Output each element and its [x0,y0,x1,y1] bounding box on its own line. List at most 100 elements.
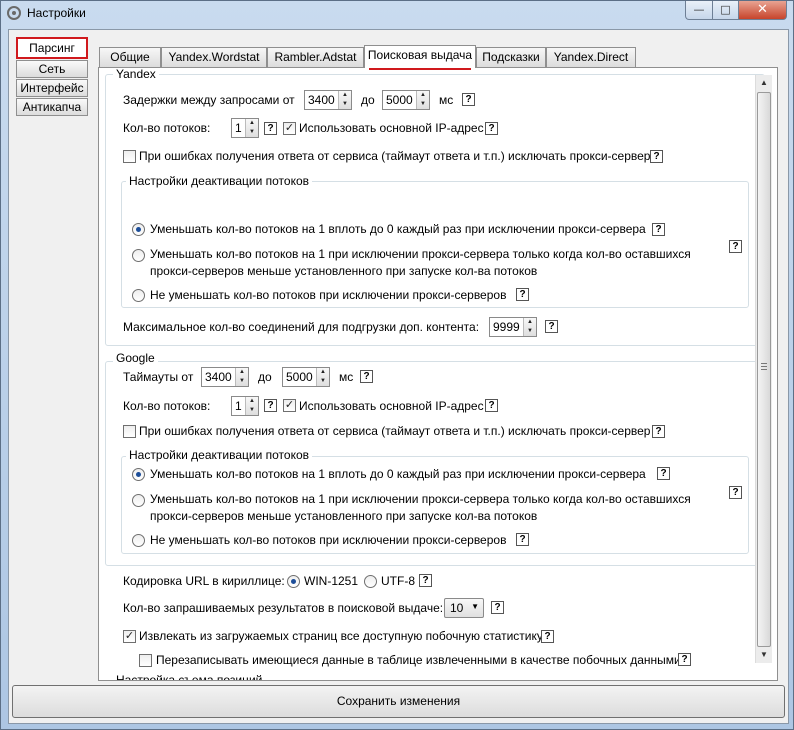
help-icon[interactable]: ? [485,399,498,412]
encoding-utf8-radio[interactable] [364,575,377,588]
spin-down-icon[interactable]: ▼ [417,100,429,109]
scrollbar-thumb[interactable] [757,92,771,647]
yandex-threads-stepper[interactable]: 1 ▲ ▼ [231,118,259,138]
scroll-down-icon[interactable]: ▼ [756,648,772,662]
help-icon[interactable]: ? [264,122,277,135]
google-group-title: Google [113,351,158,365]
help-icon[interactable]: ? [360,370,373,383]
title-bar[interactable]: Настройки — □ ✕ [1,1,793,27]
spin-down-icon[interactable]: ▼ [246,128,258,137]
yandex-max-conn-label: Максимальное кол-во соединений для подгр… [123,320,480,334]
google-ms-label: мс [339,370,354,384]
save-changes-button[interactable]: Сохранить изменения [12,685,785,718]
help-icon[interactable]: ? [516,533,529,546]
tab-suggestions[interactable]: Подсказки [476,47,546,67]
google-exclude-proxy-label: При ошибках получения ответа от сервиса … [139,424,651,438]
help-icon[interactable]: ? [545,320,558,333]
yandex-max-conn-stepper[interactable]: 9999 ▲ ▼ [489,317,537,337]
encoding-win1251-radio[interactable] [287,575,300,588]
yandex-delay-to-stepper[interactable]: 5000 ▲ ▼ [382,90,430,110]
yandex-exclude-proxy-checkbox[interactable] [123,150,136,163]
yandex-use-main-ip-checkbox[interactable]: ✓ [283,122,296,135]
spin-up-icon[interactable]: ▲ [246,397,258,406]
spin-up-icon[interactable]: ▲ [339,91,351,100]
left-tab-parsing[interactable]: Парсинг [16,37,88,59]
chevron-down-icon: ▼ [471,602,479,611]
results-count-select[interactable]: 10 ▼ [444,598,484,618]
google-threads-stepper[interactable]: 1 ▲ ▼ [231,396,259,416]
google-use-main-ip-checkbox[interactable]: ✓ [283,399,296,412]
yandex-exclude-proxy-label: При ошибках получения ответа от сервиса … [139,149,651,163]
help-icon[interactable]: ? [516,288,529,301]
google-deact-option-1-radio[interactable] [132,468,145,481]
help-icon[interactable]: ? [652,425,665,438]
yandex-deact-option-2-radio[interactable] [132,249,145,262]
minimize-button[interactable]: — [685,1,713,20]
encoding-win1251-label: WIN-1251 [304,574,359,588]
google-timeout-from-value: 3400 [205,370,232,384]
yandex-delay-from-stepper[interactable]: 3400 ▲ ▼ [304,90,352,110]
positions-group [105,680,765,681]
close-button[interactable]: ✕ [738,1,787,20]
overwrite-checkbox[interactable] [139,654,152,667]
help-icon[interactable]: ? [650,150,663,163]
settings-window: Настройки — □ ✕ Парсинг Сеть Интерфейс А… [0,0,794,730]
spin-down-icon[interactable]: ▼ [317,377,329,386]
yandex-deact-option-1-radio[interactable] [132,223,145,236]
left-tab-anticaptcha[interactable]: Антикапча [16,98,88,116]
help-icon[interactable]: ? [491,601,504,614]
results-count-value: 10 [450,601,464,615]
tab-general[interactable]: Общие [99,47,161,67]
help-icon[interactable]: ? [678,653,691,666]
google-threads-label: Кол-во потоков: [123,399,211,413]
google-deact-option-3-label: Не уменьшать кол-во потоков при исключен… [150,533,507,547]
google-timeout-to-stepper[interactable]: 5000 ▲ ▼ [282,367,330,387]
extract-stats-label: Извлекать из загружаемых страниц все дос… [139,629,543,643]
left-tab-network[interactable]: Сеть [16,60,88,78]
google-deact-option-2-line2: прокси-серверов меньше установленного пр… [150,509,538,523]
google-deact-option-3-radio[interactable] [132,534,145,547]
help-icon[interactable]: ? [264,399,277,412]
yandex-delay-from-value: 3400 [308,93,335,107]
spin-down-icon[interactable]: ▼ [339,100,351,109]
active-tab-underline [369,68,471,70]
maximize-button[interactable]: □ [712,1,739,20]
google-timeout-from-stepper[interactable]: 3400 ▲ ▼ [201,367,249,387]
spin-up-icon[interactable]: ▲ [417,91,429,100]
vertical-scrollbar[interactable]: ▲ ▼ [755,75,772,663]
google-exclude-proxy-checkbox[interactable] [123,425,136,438]
yandex-deact-option-3-radio[interactable] [132,289,145,302]
help-icon[interactable]: ? [652,223,665,236]
scroll-up-icon[interactable]: ▲ [756,76,772,90]
spin-up-icon[interactable]: ▲ [246,119,258,128]
spin-down-icon[interactable]: ▼ [246,406,258,415]
google-deact-option-2-radio[interactable] [132,494,145,507]
extract-stats-checkbox[interactable]: ✓ [123,630,136,643]
help-icon[interactable]: ? [419,574,432,587]
spin-up-icon[interactable]: ▲ [524,318,536,327]
help-icon[interactable]: ? [541,630,554,643]
spin-up-icon[interactable]: ▲ [317,368,329,377]
tab-search-results[interactable]: Поисковая выдача [364,45,476,70]
tab-yandex-direct[interactable]: Yandex.Direct [546,47,636,67]
google-threads-value: 1 [235,399,242,413]
yandex-deact-option-1-label: Уменьшать кол-во потоков на 1 вплоть до … [150,222,646,236]
help-icon[interactable]: ? [729,486,742,499]
help-icon[interactable]: ? [485,122,498,135]
gear-icon [7,6,21,20]
yandex-threads-label: Кол-во потоков: [123,121,211,135]
left-tab-interface[interactable]: Интерфейс [16,79,88,97]
help-icon[interactable]: ? [657,467,670,480]
tab-yandex-wordstat[interactable]: Yandex.Wordstat [161,47,267,67]
spin-down-icon[interactable]: ▼ [236,377,248,386]
yandex-deact-option-3-label: Не уменьшать кол-во потоков при исключен… [150,288,507,302]
yandex-delay-label: Задержки между запросами от [123,93,295,107]
help-icon[interactable]: ? [462,93,475,106]
tab-rambler-adstat[interactable]: Rambler.Adstat [267,47,364,67]
google-to-label: до [258,370,272,384]
help-icon[interactable]: ? [729,240,742,253]
tab-search-results-label: Поисковая выдача [367,48,473,62]
spin-up-icon[interactable]: ▲ [236,368,248,377]
spin-down-icon[interactable]: ▼ [524,327,536,336]
google-deactivation-title: Настройки деактивации потоков [126,448,313,462]
